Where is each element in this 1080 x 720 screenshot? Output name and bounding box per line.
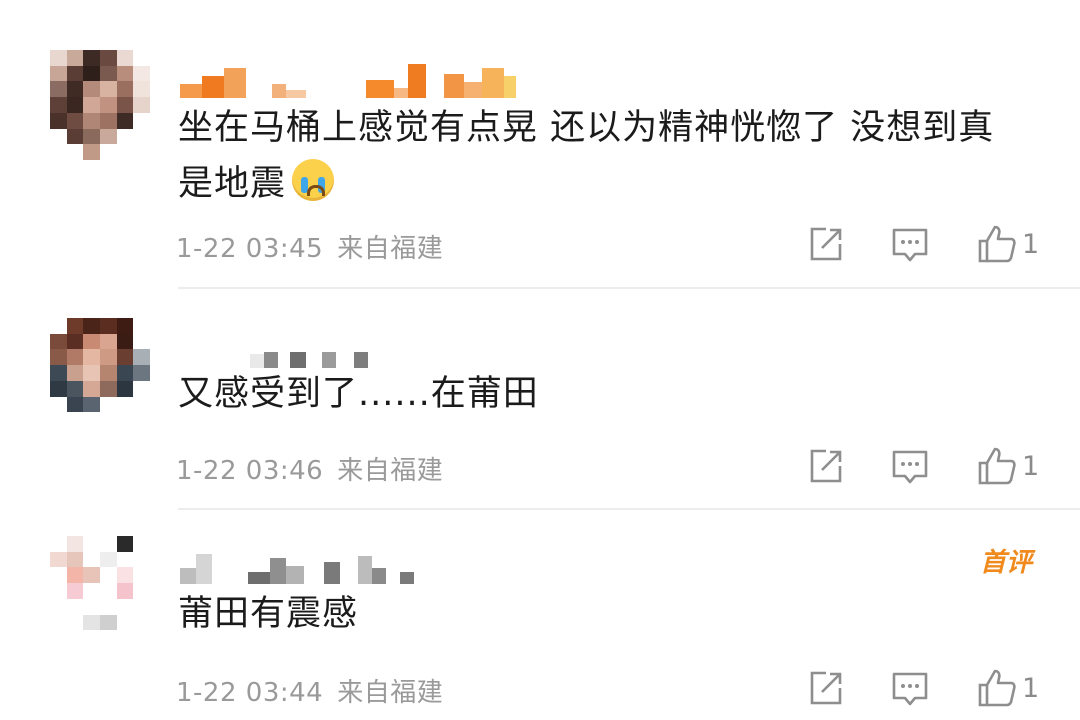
comment-meta: 1-22 03:45 来自福建	[176, 228, 443, 265]
timestamp: 1-22 03:44	[176, 678, 324, 708]
comment-text-line: 莆田有震感	[178, 594, 359, 634]
share-button[interactable]	[806, 666, 846, 710]
comment-text: 又感受到了......在莆田	[178, 366, 1058, 422]
reply-button[interactable]	[890, 222, 930, 266]
comment-text: 莆田有震感	[178, 586, 1058, 642]
comment-icon	[892, 228, 928, 262]
timestamp: 1-22 03:45	[176, 234, 324, 264]
comment-text-line: 又感受到了......在莆田	[178, 374, 539, 414]
divider	[178, 508, 1080, 510]
reply-button[interactable]	[890, 666, 930, 710]
username[interactable]	[180, 550, 414, 584]
comment-meta: 1-22 03:44 来自福建	[176, 672, 443, 709]
comment-icon	[892, 672, 928, 706]
username[interactable]	[180, 64, 516, 98]
comment-actions: 1	[806, 666, 1056, 710]
share-icon	[810, 671, 842, 705]
divider	[178, 287, 1080, 289]
comment-actions: 1	[806, 444, 1056, 488]
thumbs-up-icon	[978, 669, 1016, 707]
first-comment-badge: 首评	[980, 548, 1033, 578]
comment-text-line: 是地震	[178, 164, 287, 204]
like-count: 1	[1022, 672, 1040, 704]
avatar[interactable]	[50, 318, 150, 428]
share-button[interactable]	[806, 444, 846, 488]
share-icon	[810, 449, 842, 483]
timestamp: 1-22 03:46	[176, 456, 324, 486]
like-button[interactable]: 1	[976, 222, 1039, 266]
like-button[interactable]: 1	[976, 666, 1039, 710]
location: 来自福建	[337, 456, 444, 486]
like-count: 1	[1022, 228, 1040, 260]
reply-button[interactable]	[890, 444, 930, 488]
location: 来自福建	[337, 678, 444, 708]
thumbs-up-icon	[978, 225, 1016, 263]
username[interactable]	[180, 334, 368, 368]
like-button[interactable]: 1	[976, 444, 1039, 488]
comment-text: 坐在马桶上感觉有点晃 还以为精神恍惚了 没想到真 是地震	[178, 100, 1058, 212]
share-button[interactable]	[806, 222, 846, 266]
like-count: 1	[1022, 450, 1040, 482]
location: 来自福建	[337, 234, 444, 264]
comment-icon	[892, 450, 928, 484]
avatar[interactable]	[50, 536, 150, 646]
comment-actions: 1	[806, 222, 1056, 266]
comment-meta: 1-22 03:46 来自福建	[176, 450, 443, 487]
avatar[interactable]	[50, 50, 150, 160]
comment-text-line: 坐在马桶上感觉有点晃 还以为精神恍惚了 没想到真	[178, 108, 995, 148]
share-icon	[810, 227, 842, 261]
thumbs-up-icon	[978, 447, 1016, 485]
crying-face-icon	[292, 159, 335, 201]
